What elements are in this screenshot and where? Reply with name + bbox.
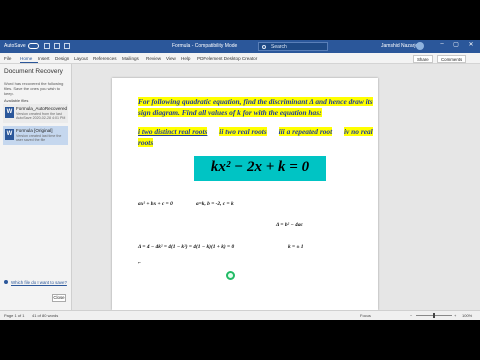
document-recovery-pane: Document Recovery Word has recovered the… (0, 64, 72, 310)
word-count[interactable]: 41 of 80 words (32, 313, 58, 318)
word-file-icon: W (5, 107, 14, 118)
letterbox-bottom (0, 320, 480, 360)
document-page[interactable]: For following quadratic equation, find t… (112, 78, 378, 310)
zoom-out-icon[interactable]: − (410, 313, 412, 318)
search-icon (262, 45, 266, 49)
problem-text-line-1: For following quadratic equation, find t… (138, 97, 373, 106)
close-pane-button[interactable]: Close (52, 294, 66, 302)
problem-text-line-4: roots (138, 138, 154, 147)
undo-icon[interactable] (54, 43, 60, 49)
tab-insert[interactable]: Insert (38, 56, 50, 61)
zoom-thumb[interactable] (433, 313, 435, 318)
active-tab-indicator (20, 62, 38, 63)
tab-references[interactable]: References (93, 56, 117, 61)
discriminant-definition: Δ = b² − 4ac (276, 222, 303, 228)
focus-mode[interactable]: Focus (360, 313, 371, 318)
close-icon[interactable]: ✕ (465, 41, 477, 52)
title-bar: AutoSave Formula - Compatibility Mode Se… (0, 40, 480, 53)
help-icon (4, 280, 8, 284)
tab-design[interactable]: Design (55, 56, 69, 61)
search-placeholder: Search (271, 44, 287, 50)
tab-help[interactable]: Help (181, 56, 190, 61)
available-files-label: Available files (4, 98, 29, 103)
mouse-cursor-indicator (226, 271, 235, 280)
option-ii: ii two real roots (219, 127, 267, 136)
file-name: Formula_AutoRecovered (16, 106, 68, 111)
tab-home[interactable]: Home (20, 56, 32, 61)
roots-result: k = ± 1 (288, 244, 304, 250)
status-bar: Page 1 of 1 41 of 80 words Focus − + 100… (0, 310, 480, 320)
tab-layout[interactable]: Layout (74, 56, 88, 61)
problem-text-line-3: i two distinct real roots ii two real ro… (138, 126, 376, 137)
discriminant-calculation: Δ = 4 − 4k² = 4(1 − k²) = 4(1 − k)(1 + k… (138, 244, 235, 250)
minimize-icon[interactable]: – (436, 41, 448, 52)
pane-title: Document Recovery (4, 68, 63, 75)
window-title: Formula - Compatibility Mode (172, 43, 238, 49)
ribbon-tabs: File Home Insert Design Layout Reference… (0, 53, 480, 64)
autosave-toggle[interactable] (28, 43, 39, 49)
text-cursor: ⌐ (138, 260, 142, 266)
general-form: ax² + bx + c = 0 (138, 201, 173, 207)
autosave-label: AutoSave (4, 43, 26, 49)
redo-icon[interactable] (64, 43, 70, 49)
tab-view[interactable]: View (166, 56, 176, 61)
page-count[interactable]: Page 1 of 1 (4, 313, 24, 318)
avatar[interactable] (416, 42, 424, 50)
which-file-link[interactable]: Which file do I want to save? (11, 280, 67, 285)
problem-text-line-2: sign diagram. Find all values of k for w… (138, 108, 322, 117)
recovered-file-item[interactable]: W Formula_AutoRecovered Version created … (3, 104, 68, 123)
file-name: Formula [Original] (16, 128, 53, 133)
word-file-icon: W (5, 129, 14, 140)
share-button[interactable]: Share (413, 55, 433, 63)
option-iii: iii a repeated root (278, 127, 333, 136)
comments-button[interactable]: Comments (437, 55, 467, 63)
tab-pdfelement[interactable]: PDFelement Desktop Creator (197, 56, 257, 61)
maximize-icon[interactable]: ▢ (450, 41, 462, 52)
tab-mailings[interactable]: Mailings (122, 56, 139, 61)
recovered-file-item[interactable]: W Formula [Original] Version created las… (3, 126, 68, 145)
coefficients: a=k, b = -2, c = k (196, 201, 234, 207)
file-description: Version created from the last AutoSave 2… (16, 112, 66, 120)
zoom-level[interactable]: 100% (462, 313, 472, 318)
option-iv: iv no real (344, 127, 373, 136)
option-i: i two distinct real roots (138, 127, 208, 136)
equation: kx² − 2x + k = 0 (210, 159, 310, 175)
letterbox-top (0, 0, 480, 40)
word-window: AutoSave Formula - Compatibility Mode Se… (0, 40, 480, 320)
save-icon[interactable] (44, 43, 50, 49)
file-description: Version created last time the user saved… (16, 134, 62, 142)
tab-file[interactable]: File (4, 56, 11, 61)
pane-message: Word has recovered the following files. … (4, 81, 64, 96)
search-box[interactable]: Search (258, 42, 328, 51)
zoom-in-icon[interactable]: + (454, 313, 456, 318)
tab-review[interactable]: Review (146, 56, 161, 61)
equation-box: kx² − 2x + k = 0 (194, 156, 326, 181)
